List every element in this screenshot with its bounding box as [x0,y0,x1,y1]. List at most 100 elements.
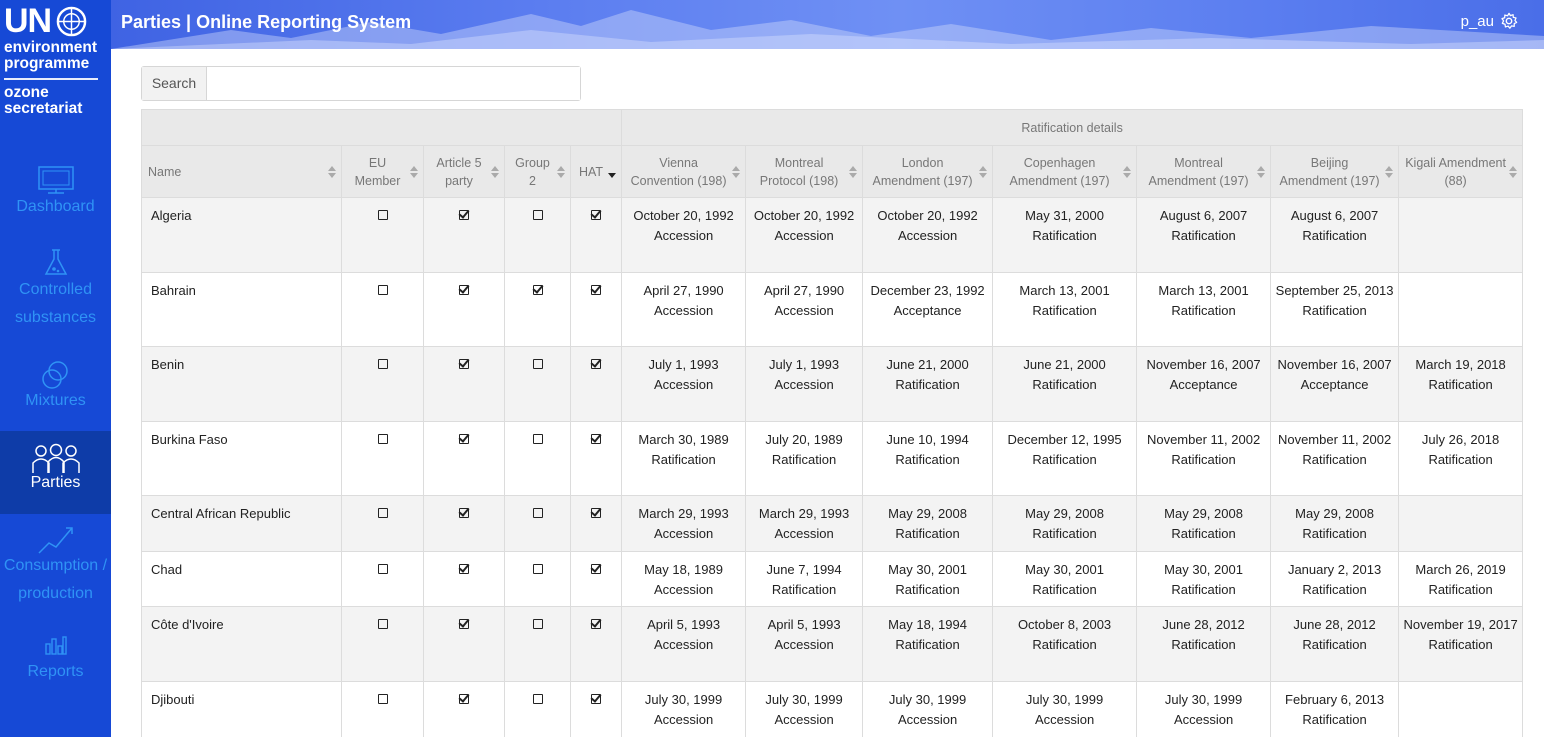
top-header: Parties | Online Reporting System p_au [111,0,1544,49]
column-header-label: Montreal Amendment (197) [1148,155,1249,188]
table-row[interactable]: Central African Republic March 29, 1993 Ac… [141,495,1524,552]
table-row[interactable]: Djibouti July 30, 1999 Accession July 30, 1… [141,681,1524,737]
ratification-cell: March 30, 1989 Ratification [621,421,747,496]
column-header[interactable]: Copenhagen Amendment (197) [992,145,1138,198]
ratification-cell: October 20, 1992 Accession [745,197,864,273]
ratification-cell: May 18, 1994 Ratification [862,606,994,682]
ratification-date: May 29, 2008 [1295,506,1374,521]
ratification-type: Ratification [895,525,960,541]
ratification-cell: November 11, 2002 Ratification [1136,421,1272,496]
sort-icon[interactable] [410,165,418,178]
unchecked-checkbox-icon [532,359,543,369]
column-header[interactable]: Name [141,145,342,198]
table-group-header: Ratification details [621,109,1524,146]
ratification-type: Accession [774,711,834,727]
table-row[interactable]: Algeria October 20, 1992 Accession October … [141,197,1524,273]
table-row[interactable]: Bahrain April 27, 1990 Accession April 27, … [141,272,1524,347]
ratification-date: October 8, 2003 [1017,617,1112,632]
sort-icon[interactable] [557,165,565,178]
ratification-date: May 18, 1989 [644,562,723,577]
sidebar-item-label: Dashboard [16,198,95,215]
sort-icon[interactable] [979,165,988,178]
sidebar-item-mixtures[interactable]: Mixtures [0,360,111,415]
ratification-cell: June 21, 2000 Ratification [992,346,1138,422]
column-header[interactable]: Article 5 party [423,145,505,198]
ratification-type: Ratification [1428,636,1493,652]
sort-icon[interactable] [491,165,499,178]
sort-icon[interactable] [1509,165,1518,178]
ratification-type: Accession [653,376,714,392]
eu-cell [341,551,424,607]
sort-icon[interactable] [1257,165,1266,178]
ratification-date: July 30, 1999 [1164,692,1243,707]
gear-icon[interactable] [1500,12,1518,30]
table-row[interactable]: Chad May 18, 1989 Accession June 7, 1994 Rat… [141,551,1524,607]
party-name-cell: Bahrain [141,272,342,347]
logo-divider [4,78,98,80]
ratification-type: Ratification [1171,636,1236,652]
page-title: Parties | Online Reporting System [121,12,412,32]
column-header[interactable]: Montreal Protocol (198) [745,145,864,198]
checked-checkbox-icon [532,285,543,295]
user-menu[interactable]: p_au [1461,12,1518,30]
ratification-date: March 30, 1989 [638,432,729,447]
art5-cell [423,421,505,496]
sidebar-item-label: Parties [30,474,81,491]
ratification-date: July 26, 2018 [1421,432,1500,447]
ratification-date: July 30, 1999 [644,692,723,707]
ratification-type: Ratification [1302,302,1367,318]
table-row[interactable]: Burkina Faso March 30, 1989 Ratification Ju… [141,421,1524,496]
ratification-cell: March 26, 2019 Ratification [1398,551,1524,607]
sort-icon[interactable] [732,165,741,178]
sort-desc-icon[interactable] [608,166,617,178]
column-header[interactable]: Vienna Convention (198) [621,145,747,198]
sort-icon[interactable] [328,165,336,178]
parties-table-container: Ratification details Name EU Member Articl… [140,109,1524,737]
column-header-label: Copenhagen Amendment (197) [1009,155,1110,188]
ratification-cell: May 18, 1989 Accession [621,551,747,607]
search-input[interactable] [207,67,580,100]
ratification-date: December 12, 1995 [1007,432,1122,447]
hat-cell [569,346,623,422]
hat-cell [569,681,623,737]
group2-cell [504,421,571,496]
ratification-type: Ratification [895,636,960,652]
ratification-type: Acceptance [893,302,962,318]
group2-cell [504,606,571,682]
column-header[interactable]: Beijing Amendment (197) [1270,145,1400,198]
ratification-date: April 27, 1990 [643,283,724,298]
column-header[interactable]: Kigali Amendment (88) [1398,145,1524,198]
table-row[interactable]: Benin July 1, 1993 Accession July 1, 1993 Ac… [141,346,1524,422]
ratification-date: May 30, 2001 [1164,562,1243,577]
column-header[interactable]: HAT [569,145,623,198]
column-header[interactable]: London Amendment (197) [862,145,994,198]
ratification-date: April 27, 1990 [763,283,845,298]
ratification-cell [1398,495,1524,552]
ratification-cell: May 29, 2008 Ratification [862,495,994,552]
ratification-cell: May 30, 2001 Ratification [1136,551,1272,607]
sort-icon[interactable] [849,165,858,178]
sidebar-item-reports[interactable]: Reports [0,634,111,694]
column-header[interactable]: Group 2 [504,145,571,198]
unep-logo[interactable]: UN environment programme ozone secretari… [0,0,111,130]
sort-icon[interactable] [1385,165,1394,178]
party-name-cell: Benin [141,346,342,422]
column-header[interactable]: EU Member [341,145,424,198]
table-row[interactable]: Côte d'Ivoire April 5, 1993 Accession April… [141,606,1524,682]
ratification-type: Ratification [1428,451,1493,467]
ratification-date: July 30, 1999 [888,692,967,707]
unchecked-checkbox-icon [377,508,388,518]
ratification-type: Ratification [895,581,960,597]
sidebar-item-parties[interactable]: Parties [0,431,111,514]
sidebar-item-controlled-substances[interactable]: Controlled substances [0,248,111,328]
sidebar-item-consumption-production[interactable]: Consumption / production [0,524,111,609]
sort-icon[interactable] [1123,165,1132,178]
ratification-cell: April 5, 1993 Accession [621,606,747,682]
unchecked-checkbox-icon [377,694,388,704]
checked-checkbox-icon [459,694,469,704]
sidebar-item-dashboard[interactable]: Dashboard [0,165,111,220]
column-header[interactable]: Montreal Amendment (197) [1136,145,1272,198]
logo-line3: ozone [4,83,49,101]
checked-checkbox-icon [591,619,602,629]
ratification-cell: July 30, 1999 Accession [745,681,864,737]
